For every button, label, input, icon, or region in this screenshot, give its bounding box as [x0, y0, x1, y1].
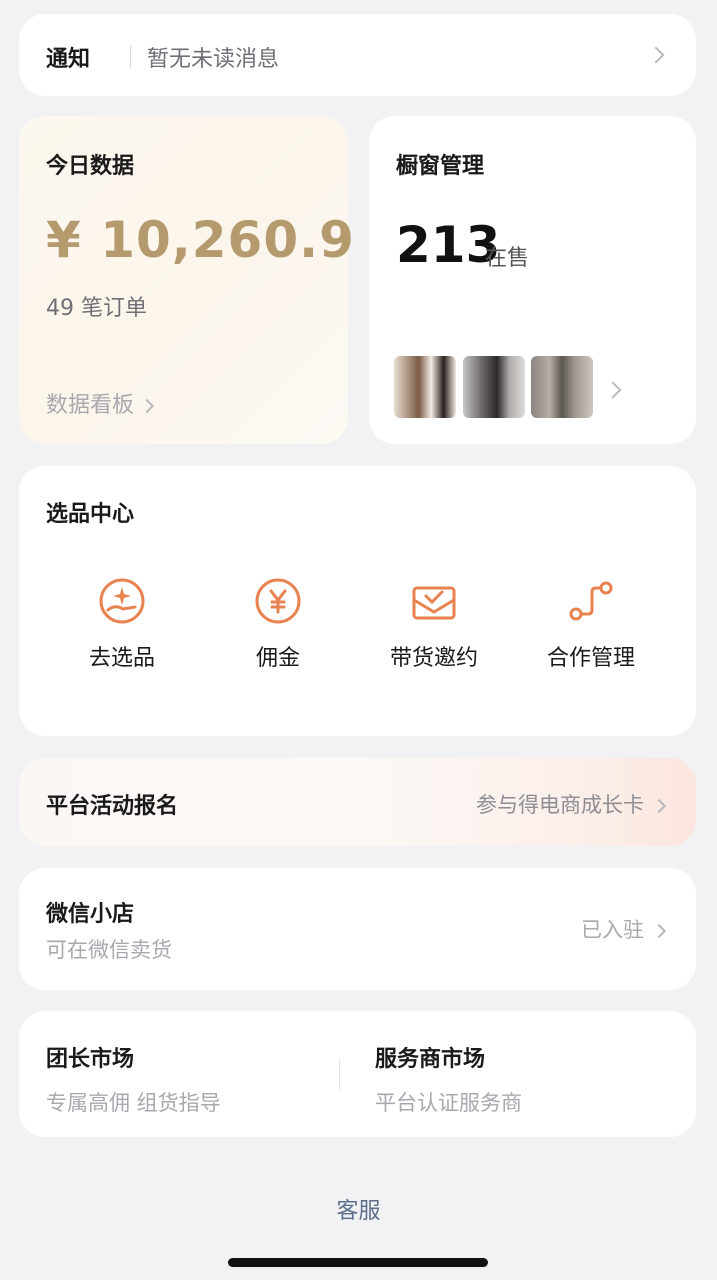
cooperation-management-label: 合作管理 — [546, 646, 635, 671]
chevron-right-icon[interactable] — [604, 381, 622, 399]
envelope-check-icon — [412, 586, 456, 620]
wechat-store-subtitle: 可在微信卖货 — [46, 938, 172, 962]
today-data-title: 今日数据 — [46, 154, 135, 179]
today-sales-amount: ¥ 10,260.9 — [46, 211, 355, 269]
customer-service-link[interactable]: 客服 — [0, 1193, 717, 1225]
showcase-card[interactable]: 橱窗管理 213 在售 — [369, 116, 696, 444]
notice-divider — [130, 46, 131, 68]
product-thumbnail[interactable] — [463, 356, 525, 418]
selection-center-card: 选品中心 去选品 佣金 带货邀约 合作管理 — [19, 466, 696, 736]
wechat-store-title: 微信小店 — [46, 902, 135, 927]
commission-label: 佣金 — [255, 646, 300, 671]
chevron-right-icon — [647, 46, 665, 64]
commission-button[interactable]: 佣金 — [203, 576, 353, 672]
connection-icon — [569, 581, 613, 621]
product-thumbnail[interactable] — [394, 356, 456, 418]
service-provider-market-subtitle: 平台认证服务商 — [375, 1091, 522, 1115]
cooperation-management-button[interactable]: 合作管理 — [516, 576, 666, 672]
showcase-title: 橱窗管理 — [396, 154, 485, 179]
data-dashboard-label: 数据看板 — [46, 393, 135, 418]
yen-coin-icon — [255, 578, 301, 624]
growth-card-link[interactable]: 参与得电商成长卡 — [476, 789, 667, 819]
select-products-button[interactable]: 去选品 — [47, 576, 197, 672]
growth-card-label: 参与得电商成长卡 — [476, 793, 644, 817]
leader-market-subtitle: 专属高佣 组货指导 — [46, 1091, 221, 1115]
service-provider-market-entry[interactable]: 服务商市场 平台认证服务商 — [375, 1041, 522, 1117]
wechat-store-status-label: 已入驻 — [581, 918, 644, 942]
product-thumbnail[interactable] — [531, 356, 593, 418]
home-indicator[interactable] — [228, 1258, 488, 1267]
leader-market-title: 团长市场 — [46, 1047, 135, 1072]
markets-card: 团长市场 专属高佣 组货指导 服务商市场 平台认证服务商 — [19, 1011, 696, 1137]
sales-invitation-label: 带货邀约 — [389, 646, 478, 671]
service-provider-market-title: 服务商市场 — [375, 1047, 486, 1072]
wechat-store-card[interactable]: 微信小店 可在微信卖货 已入驻 — [19, 868, 696, 990]
data-dashboard-link[interactable]: 数据看板 — [46, 387, 155, 419]
today-data-card[interactable]: 今日数据 ¥ 10,260.9 49 笔订单 数据看板 — [19, 116, 354, 444]
notice-message: 暂无未读消息 — [147, 47, 280, 72]
notice-title: 通知 — [46, 47, 91, 72]
platform-activity-card[interactable]: 平台活动报名 参与得电商成长卡 — [19, 758, 696, 846]
chevron-right-icon — [651, 798, 667, 814]
wechat-store-status[interactable]: 已入驻 — [581, 914, 667, 944]
select-products-label: 去选品 — [88, 646, 155, 671]
showcase-count-label: 在售 — [485, 246, 530, 271]
chevron-right-icon — [139, 398, 155, 414]
hand-star-icon — [99, 578, 145, 624]
leader-market-entry[interactable]: 团长市场 专属高佣 组货指导 — [46, 1041, 221, 1117]
today-order-count: 49 笔订单 — [46, 296, 147, 321]
notice-bar[interactable]: 通知 暂无未读消息 — [19, 14, 696, 96]
markets-divider — [339, 1059, 340, 1091]
sales-invitation-button[interactable]: 带货邀约 — [359, 576, 509, 672]
chevron-right-icon — [651, 923, 667, 939]
platform-activity-title: 平台活动报名 — [46, 794, 179, 819]
selection-center-title: 选品中心 — [46, 502, 135, 527]
